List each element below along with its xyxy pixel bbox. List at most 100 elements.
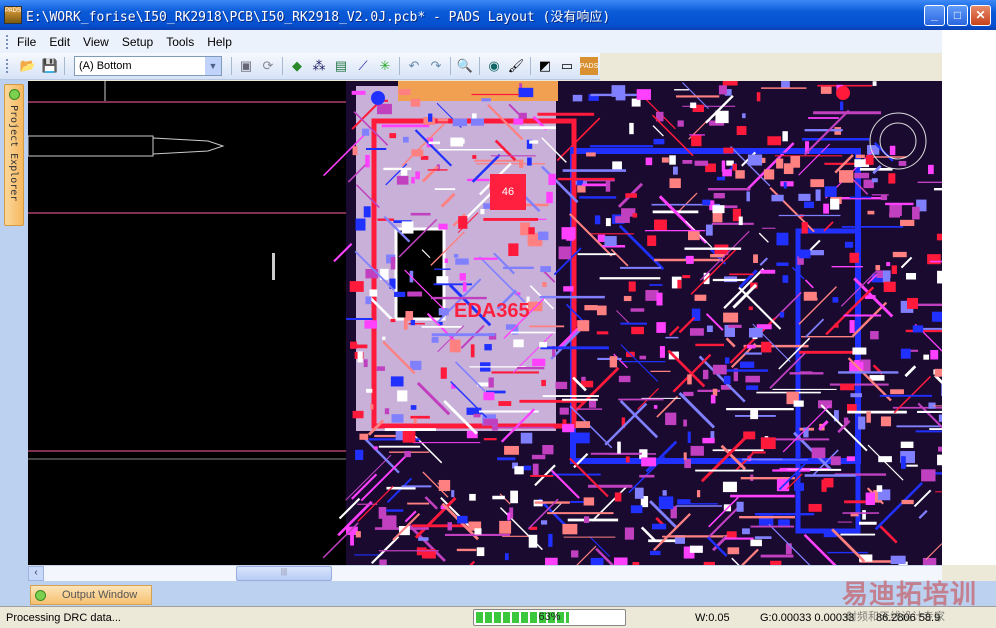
horizontal-scrollbar[interactable]: ‹ ||| bbox=[28, 565, 942, 581]
save-icon[interactable]: 💾 bbox=[41, 57, 59, 75]
cutout bbox=[394, 227, 446, 321]
brush-icon[interactable]: 🖌 bbox=[507, 57, 525, 75]
pcb-drawing bbox=[28, 81, 942, 565]
pad bbox=[901, 499, 914, 505]
pad bbox=[900, 348, 911, 359]
pad bbox=[540, 266, 551, 272]
menu-grip[interactable] bbox=[6, 34, 9, 49]
toolbar-grip[interactable] bbox=[6, 59, 9, 73]
pad bbox=[548, 173, 556, 185]
pad bbox=[623, 295, 632, 302]
minimize-button[interactable]: _ bbox=[924, 5, 945, 26]
pad bbox=[876, 485, 883, 492]
pad bbox=[350, 534, 354, 546]
pad bbox=[727, 547, 740, 555]
pad bbox=[776, 232, 789, 246]
menu-file[interactable]: File bbox=[17, 35, 36, 49]
pad bbox=[596, 331, 609, 335]
maximize-button[interactable]: □ bbox=[947, 5, 968, 26]
design-toolbar-icon[interactable]: ◆ bbox=[288, 57, 306, 75]
output-window-tab[interactable]: Output Window bbox=[30, 585, 152, 605]
pad bbox=[922, 557, 937, 565]
verify-icon[interactable]: ◉ bbox=[485, 57, 503, 75]
pad bbox=[394, 291, 406, 297]
pad bbox=[507, 512, 511, 521]
pad bbox=[584, 305, 598, 311]
project-explorer-tab[interactable]: Project Explorer bbox=[4, 84, 24, 226]
layout-icon[interactable]: ▭ bbox=[558, 57, 576, 75]
pad bbox=[398, 89, 411, 96]
pad bbox=[366, 388, 373, 393]
pad bbox=[912, 325, 924, 333]
pad bbox=[575, 421, 590, 428]
pad bbox=[396, 176, 409, 185]
menu-setup[interactable]: Setup bbox=[122, 35, 153, 49]
pad bbox=[391, 414, 404, 423]
pad bbox=[890, 389, 904, 395]
pcb-canvas[interactable]: EDA365 46 bbox=[28, 81, 942, 565]
pad bbox=[451, 490, 455, 498]
pad bbox=[659, 346, 665, 358]
pad bbox=[363, 206, 371, 218]
pad bbox=[794, 482, 805, 491]
pad bbox=[750, 539, 762, 547]
copper-pour bbox=[398, 81, 558, 101]
watermark-title: 易迪拓培训 bbox=[842, 579, 978, 609]
pad bbox=[480, 208, 485, 215]
layer-select[interactable]: (A) Bottom ▼ bbox=[74, 56, 222, 76]
properties-icon[interactable]: ▣ bbox=[237, 57, 255, 75]
pad bbox=[927, 254, 941, 265]
cam-icon[interactable]: ◩ bbox=[536, 57, 554, 75]
pad bbox=[571, 550, 579, 558]
pad bbox=[723, 312, 739, 323]
scroll-left-button[interactable]: ‹ bbox=[28, 566, 44, 581]
pad bbox=[767, 136, 782, 146]
pad bbox=[921, 469, 936, 482]
pad bbox=[546, 191, 553, 204]
pad bbox=[732, 163, 737, 171]
progress-label: 63% bbox=[538, 611, 561, 623]
dimension-icon[interactable]: ▤ bbox=[332, 57, 350, 75]
redo-icon[interactable]: ↷ bbox=[427, 57, 445, 75]
eco-icon[interactable]: ✳ bbox=[376, 57, 394, 75]
pad bbox=[722, 81, 738, 86]
undo-icon[interactable]: ↶ bbox=[405, 57, 423, 75]
pad bbox=[702, 437, 715, 444]
pad bbox=[596, 305, 607, 316]
toolbar: 📂 💾 (A) Bottom ▼ ▣ ⟳ ◆ ⁂ ▤ ⟋ ✳ ↶ ↷ 🔍 ◉ 🖌 … bbox=[0, 53, 600, 80]
pad bbox=[650, 550, 661, 556]
pad bbox=[849, 320, 855, 333]
pad bbox=[771, 194, 784, 202]
pad bbox=[741, 528, 750, 535]
status-message: Processing DRC data... bbox=[6, 612, 121, 624]
menu-edit[interactable]: Edit bbox=[49, 35, 70, 49]
pad bbox=[630, 308, 645, 312]
route-icon[interactable]: ⟋ bbox=[354, 57, 372, 75]
menu-tools[interactable]: Tools bbox=[166, 35, 194, 49]
scroll-thumb[interactable]: ||| bbox=[236, 566, 332, 581]
pad bbox=[669, 155, 676, 165]
close-button[interactable]: ✕ bbox=[970, 5, 991, 26]
output-window-label: Output Window bbox=[62, 589, 138, 601]
pad bbox=[508, 243, 519, 257]
pad bbox=[583, 516, 590, 523]
menu-help[interactable]: Help bbox=[207, 35, 232, 49]
pads-icon[interactable]: PADS bbox=[580, 57, 598, 75]
pad bbox=[586, 152, 596, 157]
pad bbox=[776, 262, 789, 266]
pad bbox=[710, 431, 715, 439]
pad bbox=[532, 463, 539, 477]
pad bbox=[886, 262, 891, 267]
pad bbox=[689, 328, 704, 336]
watermark-subtitle: 射频和天线设计专家 bbox=[846, 611, 945, 623]
drafting-icon[interactable]: ⁂ bbox=[310, 57, 328, 75]
component-outline bbox=[28, 135, 154, 157]
redraw-icon[interactable]: ⟳ bbox=[259, 57, 277, 75]
open-icon[interactable]: 📂 bbox=[19, 57, 37, 75]
mounting-hole bbox=[836, 86, 850, 100]
pad bbox=[661, 157, 669, 163]
zoom-icon[interactable]: 🔍 bbox=[456, 57, 474, 75]
chevron-down-icon[interactable]: ▼ bbox=[205, 57, 221, 75]
pad bbox=[665, 412, 677, 426]
menu-view[interactable]: View bbox=[83, 35, 109, 49]
